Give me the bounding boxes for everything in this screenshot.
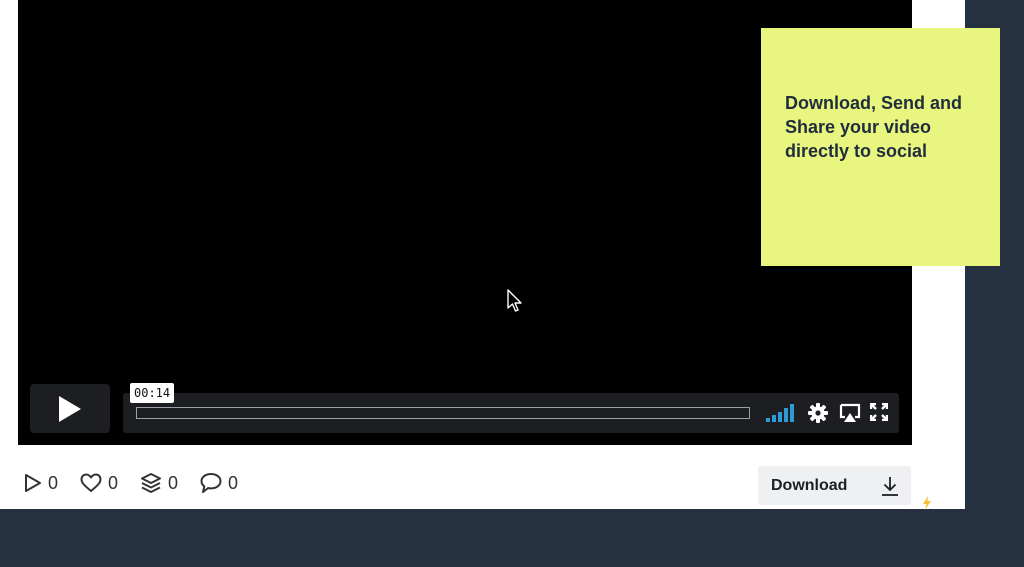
play-button[interactable] xyxy=(30,384,110,433)
comments-count: 0 xyxy=(228,472,239,493)
progress-bar[interactable] xyxy=(136,407,750,419)
collections-stat[interactable]: 0 xyxy=(140,472,178,494)
collections-count: 0 xyxy=(168,472,179,493)
callout-text: Download, Send and Share your video dire… xyxy=(785,93,963,161)
player-controls xyxy=(123,393,899,433)
fullscreen-icon[interactable] xyxy=(870,403,888,421)
lightning-icon xyxy=(923,496,931,510)
play-icon xyxy=(59,395,81,422)
callout-note: Download, Send and Share your video dire… xyxy=(761,28,1000,266)
comment-icon xyxy=(200,473,222,493)
likes-stat[interactable]: 0 xyxy=(80,473,118,494)
likes-count: 0 xyxy=(108,472,119,493)
heart-icon xyxy=(80,473,102,492)
mouse-pointer-icon xyxy=(507,289,522,312)
download-button[interactable]: Download xyxy=(758,466,911,505)
comments-stat[interactable]: 0 xyxy=(200,472,238,494)
plays-count: 0 xyxy=(48,472,59,493)
volume-bars-icon[interactable] xyxy=(766,404,796,422)
stats-bar: 0 0 0 0 xyxy=(24,470,238,496)
download-label: Download xyxy=(771,476,848,494)
gear-icon[interactable] xyxy=(808,403,828,423)
timecode-tooltip: 00:14 xyxy=(130,383,175,403)
play-outline-icon xyxy=(25,474,41,492)
airplay-icon[interactable] xyxy=(839,403,861,423)
download-icon xyxy=(882,476,898,496)
plays-stat[interactable]: 0 xyxy=(24,473,58,494)
layers-icon xyxy=(141,473,162,493)
